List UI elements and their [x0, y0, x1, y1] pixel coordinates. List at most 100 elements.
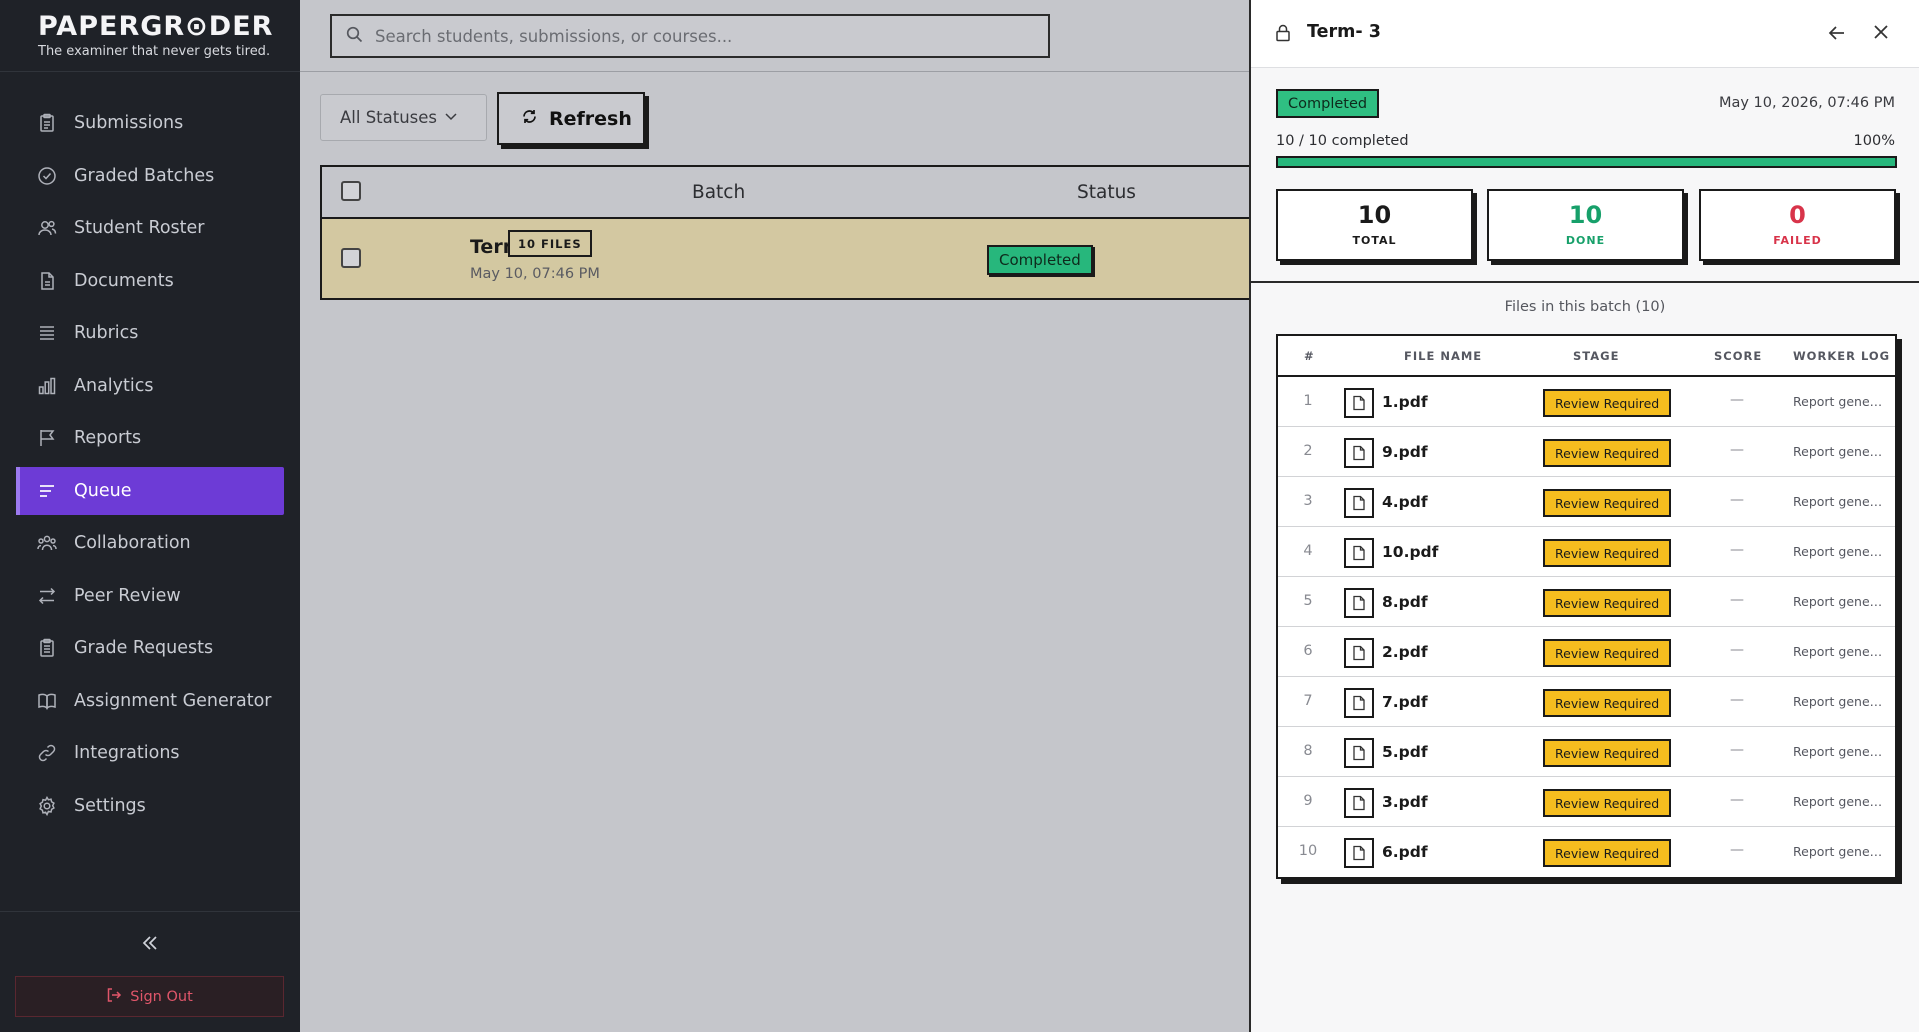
worker-log[interactable]: Report generated	[1793, 694, 1885, 709]
files-table: # FILE NAME STAGE SCORE WORKER LOG 1 1.pd…	[1276, 334, 1897, 879]
file-row[interactable]: 7 7.pdf Review Required — Report generated	[1278, 677, 1895, 727]
file-score: —	[1730, 842, 1744, 858]
file-number: 9	[1303, 793, 1313, 809]
chevron-down-icon	[437, 108, 459, 128]
check-circle-icon	[36, 165, 58, 187]
file-row[interactable]: 6 2.pdf Review Required — Report generated	[1278, 627, 1895, 677]
file-row[interactable]: 10 6.pdf Review Required — Report generated	[1278, 827, 1895, 877]
file-number: 1	[1303, 393, 1313, 409]
file-score: —	[1730, 392, 1744, 408]
file-name[interactable]: 9.pdf	[1382, 443, 1428, 461]
status-filter-dropdown[interactable]: All Statuses	[320, 94, 487, 141]
stage-badge: Review Required	[1543, 489, 1672, 517]
stage-badge: Review Required	[1543, 839, 1672, 867]
file-name[interactable]: 7.pdf	[1382, 693, 1428, 711]
column-header-stage: STAGE	[1573, 349, 1620, 363]
stat-done-label: DONE	[1565, 234, 1606, 247]
batch-date: May 10, 07:46 PM	[470, 266, 600, 282]
column-header-status[interactable]: Status	[1077, 182, 1136, 203]
back-arrow-icon[interactable]	[1828, 24, 1846, 46]
sidebar-item-assignment-generator[interactable]: Assignment Generator	[16, 677, 284, 725]
file-row[interactable]: 5 8.pdf Review Required — Report generated	[1278, 577, 1895, 627]
file-icon	[1344, 838, 1374, 868]
collapse-sidebar-button[interactable]	[137, 932, 163, 958]
worker-log[interactable]: Report generated	[1793, 544, 1885, 559]
sidebar-item-collaboration[interactable]: Collaboration	[16, 519, 284, 567]
stage-badge: Review Required	[1543, 789, 1672, 817]
file-row[interactable]: 4 10.pdf Review Required — Report generated	[1278, 527, 1895, 577]
stage-badge: Review Required	[1543, 389, 1672, 417]
stat-total-label: TOTAL	[1352, 234, 1397, 247]
brand-tagline: The examiner that never gets tired.	[38, 44, 271, 59]
worker-log[interactable]: Report generated	[1793, 644, 1885, 659]
file-icon	[1344, 388, 1374, 418]
file-number: 6	[1303, 643, 1313, 659]
file-row[interactable]: 1 1.pdf Review Required — Report generated	[1278, 377, 1895, 427]
brand-logo[interactable]: PAPERGR⊙DER	[38, 12, 300, 42]
worker-log[interactable]: Report generated	[1793, 794, 1885, 809]
double-chevron-left-icon	[141, 934, 159, 956]
sidebar-item-queue[interactable]: Queue	[16, 466, 284, 515]
sidebar-item-student-roster[interactable]: Student Roster	[16, 204, 284, 252]
sidebar-item-submissions[interactable]: Submissions	[16, 99, 284, 147]
stat-total-value: 10	[1357, 201, 1392, 229]
search-input[interactable]	[375, 26, 1015, 46]
select-all-checkbox[interactable]	[341, 181, 361, 201]
stat-failed-label: FAILED	[1773, 234, 1822, 247]
file-name[interactable]: 2.pdf	[1382, 643, 1428, 661]
file-name[interactable]: 6.pdf	[1382, 843, 1428, 861]
file-name[interactable]: 3.pdf	[1382, 793, 1428, 811]
sidebar-item-settings[interactable]: Settings	[16, 782, 284, 830]
stat-done: 10 DONE	[1487, 189, 1684, 261]
sidebar-item-reports[interactable]: Reports	[16, 414, 284, 462]
queue-icon	[36, 480, 58, 502]
refresh-button[interactable]: Refresh	[497, 92, 645, 145]
worker-log[interactable]: Report generated	[1793, 394, 1885, 409]
status-badge: Completed	[987, 245, 1093, 275]
column-header-score: SCORE	[1714, 349, 1763, 363]
close-icon[interactable]	[1872, 23, 1890, 45]
sign-out-button[interactable]: Sign Out	[15, 976, 284, 1017]
sidebar-item-grade-requests[interactable]: Grade Requests	[16, 624, 284, 672]
sidebar-item-label: Assignment Generator	[74, 690, 272, 711]
progress-label: 10 / 10 completed	[1276, 133, 1409, 149]
table-row[interactable]: Term- 3 10 FILES May 10, 07:46 PM Comple…	[322, 219, 1249, 298]
worker-log[interactable]: Report generated	[1793, 844, 1885, 859]
sidebar-item-label: Rubrics	[74, 323, 139, 343]
bar-chart-icon	[36, 375, 58, 397]
logout-icon	[106, 987, 130, 1007]
search-box[interactable]	[330, 14, 1050, 58]
file-row[interactable]: 2 9.pdf Review Required — Report generated	[1278, 427, 1895, 477]
worker-log[interactable]: Report generated	[1793, 444, 1885, 459]
users-icon	[36, 217, 58, 239]
clipboard-icon	[36, 112, 58, 134]
sidebar-item-graded-batches[interactable]: Graded Batches	[16, 152, 284, 200]
refresh-label: Refresh	[549, 107, 632, 130]
worker-log[interactable]: Report generated	[1793, 494, 1885, 509]
file-name[interactable]: 1.pdf	[1382, 393, 1428, 411]
sidebar-item-label: Submissions	[74, 113, 184, 133]
file-name[interactable]: 5.pdf	[1382, 743, 1428, 761]
progress-fill	[1278, 158, 1895, 166]
sidebar-item-integrations[interactable]: Integrations	[16, 729, 284, 777]
sidebar-item-documents[interactable]: Documents	[16, 257, 284, 305]
flag-icon	[36, 427, 58, 449]
top-bar	[300, 0, 1249, 72]
file-row[interactable]: 9 3.pdf Review Required — Report generated	[1278, 777, 1895, 827]
progress-percent: 100%	[1853, 133, 1895, 149]
file-row[interactable]: 8 5.pdf Review Required — Report generated	[1278, 727, 1895, 777]
files-table-header: # FILE NAME STAGE SCORE WORKER LOG	[1278, 336, 1895, 377]
file-name[interactable]: 10.pdf	[1382, 543, 1438, 561]
sidebar-item-label: Peer Review	[74, 585, 181, 606]
files-heading: Files in this batch (10)	[1504, 299, 1666, 315]
sidebar-item-analytics[interactable]: Analytics	[16, 362, 284, 410]
worker-log[interactable]: Report generated	[1793, 744, 1885, 759]
file-name[interactable]: 4.pdf	[1382, 493, 1428, 511]
file-number: 8	[1303, 743, 1313, 759]
file-row[interactable]: 3 4.pdf Review Required — Report generated	[1278, 477, 1895, 527]
sidebar-item-peer-review[interactable]: Peer Review	[16, 572, 284, 620]
worker-log[interactable]: Report generated	[1793, 594, 1885, 609]
file-name[interactable]: 8.pdf	[1382, 593, 1428, 611]
row-checkbox[interactable]	[341, 248, 361, 268]
sidebar-item-rubrics[interactable]: Rubrics	[16, 309, 284, 357]
